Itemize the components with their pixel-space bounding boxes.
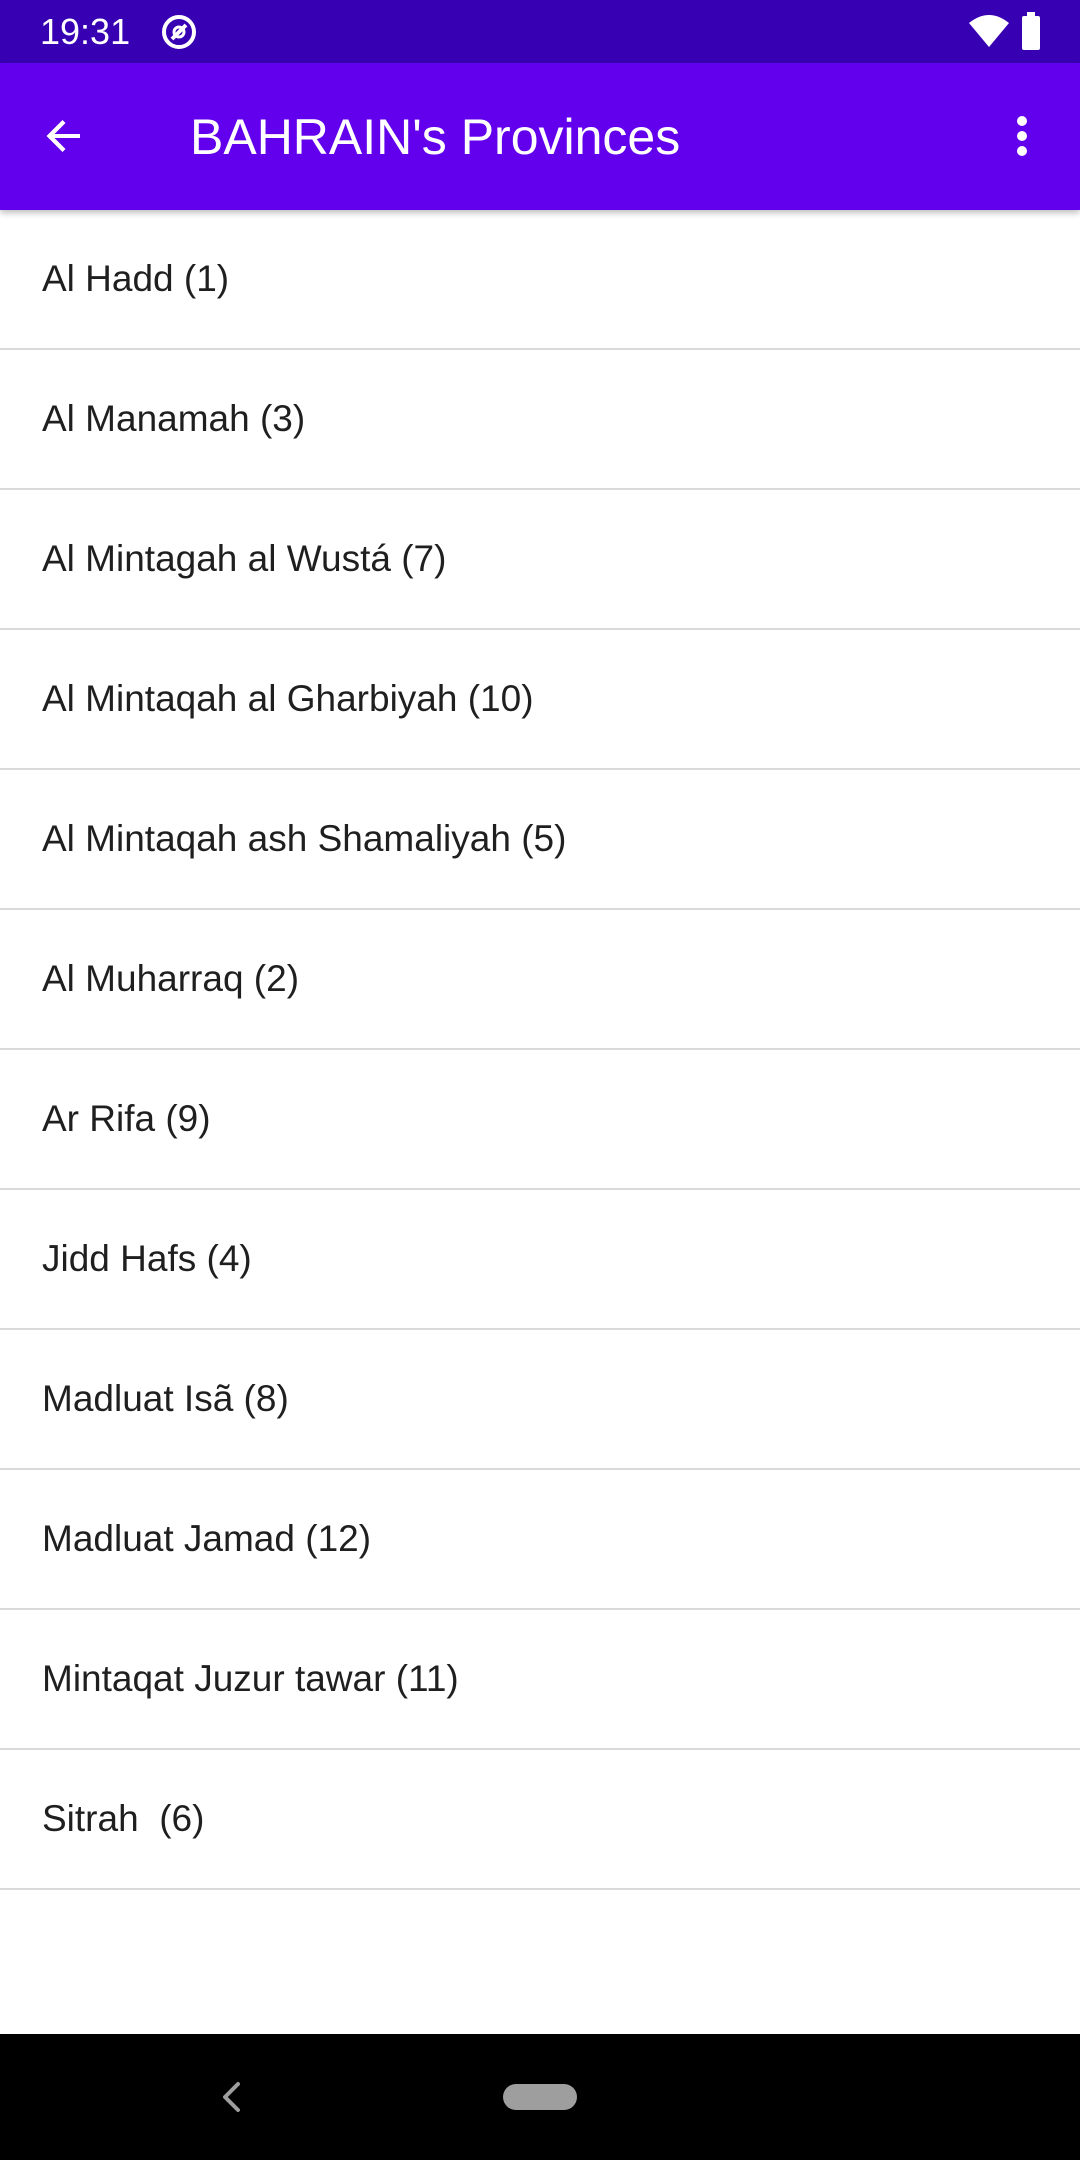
list-item[interactable]: Al Manamah (3) bbox=[0, 350, 1080, 490]
province-list: Al Hadd (1) Al Manamah (3) Al Mintagah a… bbox=[0, 210, 1080, 1890]
system-nav-bar bbox=[0, 2034, 1080, 2160]
notification-icon bbox=[162, 15, 196, 49]
list-item[interactable]: Ar Rifa (9) bbox=[0, 1050, 1080, 1190]
list-item-label: Al Manamah (3) bbox=[42, 398, 306, 439]
more-vert-icon bbox=[1017, 116, 1027, 156]
wifi-icon bbox=[969, 15, 1009, 47]
list-item[interactable]: Al Hadd (1) bbox=[0, 210, 1080, 350]
status-time: 19:31 bbox=[40, 11, 131, 52]
overflow-menu-button[interactable] bbox=[1000, 108, 1044, 164]
back-button[interactable] bbox=[36, 108, 92, 164]
list-item-label: Jidd Hafs (4) bbox=[42, 1238, 252, 1279]
list-item-label: Madluat Jamad (12) bbox=[42, 1518, 372, 1559]
list-item[interactable]: Madluat Isã (8) bbox=[0, 1330, 1080, 1470]
list-item-label: Sitrah (6) bbox=[42, 1798, 205, 1839]
list-item-label: Al Mintagah al Wustá (7) bbox=[42, 538, 447, 579]
list-item[interactable]: Sitrah (6) bbox=[0, 1750, 1080, 1890]
list-item-label: Mintaqat Juzur tawar (11) bbox=[42, 1658, 459, 1699]
page-title: BAHRAIN's Provinces bbox=[190, 109, 681, 165]
list-item[interactable]: Al Muharraq (2) bbox=[0, 910, 1080, 1050]
list-item[interactable]: Mintaqat Juzur tawar (11) bbox=[0, 1610, 1080, 1750]
list-item[interactable]: Jidd Hafs (4) bbox=[0, 1190, 1080, 1330]
home-pill-icon[interactable] bbox=[503, 2084, 577, 2110]
list-item[interactable]: Al Mintaqah al Gharbiyah (10) bbox=[0, 630, 1080, 770]
status-bar: 19:31 bbox=[0, 0, 1080, 63]
arrow-back-icon bbox=[46, 120, 80, 152]
list-item-label: Al Hadd (1) bbox=[42, 258, 230, 299]
list-item-label: Madluat Isã (8) bbox=[42, 1378, 289, 1419]
list-item-label: Ar Rifa (9) bbox=[42, 1098, 211, 1139]
list-item-label: Al Mintaqah ash Shamaliyah (5) bbox=[42, 818, 567, 859]
list-item[interactable]: Al Mintaqah ash Shamaliyah (5) bbox=[0, 770, 1080, 910]
nav-back-icon[interactable] bbox=[218, 2080, 244, 2114]
list-item-label: Al Mintaqah al Gharbiyah (10) bbox=[42, 678, 534, 719]
battery-icon bbox=[1022, 12, 1040, 50]
app-bar: BAHRAIN's Provinces bbox=[0, 63, 1080, 210]
list-item-label: Al Muharraq (2) bbox=[42, 958, 300, 999]
list-item[interactable]: Al Mintagah al Wustá (7) bbox=[0, 490, 1080, 630]
list-item[interactable]: Madluat Jamad (12) bbox=[0, 1470, 1080, 1610]
